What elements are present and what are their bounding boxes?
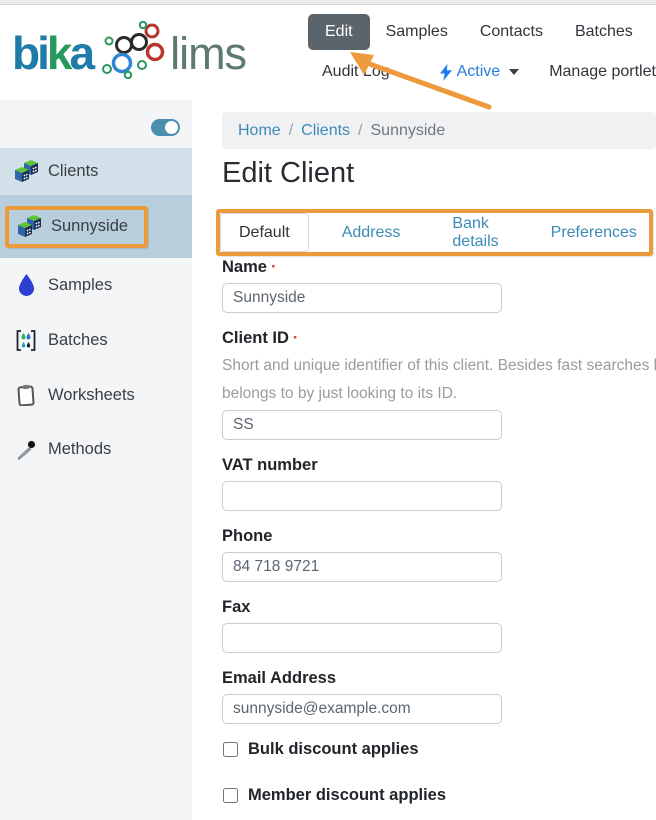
top-divider <box>0 0 656 5</box>
breadcrumb: Home / Clients / Sunnyside <box>222 112 656 149</box>
bika-lims-app: bika lims Edit Samples Contacts Batches … <box>0 0 656 820</box>
email-field[interactable] <box>222 694 502 724</box>
sidebar-item-worksheets[interactable]: Worksheets <box>0 380 192 410</box>
client-id-label: Client ID· <box>222 329 652 348</box>
required-marker: · <box>293 329 299 347</box>
edit-client-form: Name· Client ID· Short and unique identi… <box>222 258 652 805</box>
name-field[interactable] <box>222 283 502 313</box>
tab-default[interactable]: Default <box>220 213 309 252</box>
sidebar-item-sunnyside[interactable]: Sunnyside <box>0 195 192 258</box>
sidebar-item-label: Worksheets <box>48 386 135 405</box>
vat-field[interactable] <box>222 481 502 511</box>
breadcrumb-separator: / <box>358 122 362 140</box>
tab-bank-details[interactable]: Bank details <box>433 213 517 252</box>
workflow-state-label: Active <box>457 63 501 81</box>
bulk-discount-row: Bulk discount applies <box>222 740 652 759</box>
sidebar-item-label: Batches <box>48 331 108 350</box>
sidebar-item-label: Sunnyside <box>51 217 128 236</box>
phone-field[interactable] <box>222 552 502 582</box>
logo-text-bika: bika <box>12 30 92 76</box>
workflow-state-dropdown[interactable]: Active <box>440 63 520 81</box>
sidebar-item-batches[interactable]: Batches <box>0 325 192 355</box>
sidebar-item-clients[interactable]: Clients <box>0 148 192 195</box>
bulk-discount-checkbox[interactable] <box>223 742 238 757</box>
field-group-vat: VAT number <box>222 456 652 511</box>
batches-brackets-icon <box>13 327 39 353</box>
bulk-discount-label: Bulk discount applies <box>248 740 419 759</box>
field-group-phone: Phone <box>222 527 652 582</box>
member-discount-label: Member discount applies <box>248 786 446 805</box>
page-title: Edit Client <box>222 157 354 190</box>
tab-contacts[interactable]: Contacts <box>480 23 543 41</box>
tab-samples[interactable]: Samples <box>386 23 448 41</box>
name-label: Name· <box>222 258 652 277</box>
email-label: Email Address <box>222 669 652 688</box>
member-discount-checkbox[interactable] <box>223 788 238 803</box>
sidebar-item-methods[interactable]: Methods <box>0 434 192 464</box>
fax-field[interactable] <box>222 623 502 653</box>
breadcrumb-current: Sunnyside <box>371 122 446 140</box>
method-pipette-icon <box>13 436 39 462</box>
worksheet-clipboard-icon <box>13 382 39 408</box>
secondary-actions-nav: Audit Log Active Manage portlets <box>322 63 656 81</box>
field-group-client-id: Client ID· Short and unique identifier o… <box>222 329 652 440</box>
tab-batches[interactable]: Batches <box>575 23 633 41</box>
field-group-email: Email Address <box>222 669 652 724</box>
breadcrumb-clients-link[interactable]: Clients <box>301 122 350 140</box>
client-id-help-line2: belongs to by just looking to its ID. <box>222 382 652 405</box>
tab-audit-log[interactable]: Audit Log <box>322 63 390 81</box>
logo-text-lims: lims <box>170 31 246 76</box>
molecule-icon <box>100 21 166 79</box>
lightning-icon <box>440 64 452 81</box>
client-id-help-line1: Short and unique identifier of this clie… <box>222 354 652 377</box>
sidebar: Clients <box>0 100 192 820</box>
content-actions-nav: Edit Samples Contacts Batches <box>308 14 633 50</box>
sidebar-item-label: Methods <box>48 440 111 459</box>
sidebar-toggle-switch[interactable] <box>151 119 180 136</box>
client-id-field[interactable] <box>222 410 502 440</box>
tab-manage-portlets[interactable]: Manage portlets <box>549 63 656 81</box>
sidebar-item-label: Clients <box>48 162 98 181</box>
field-group-fax: Fax <box>222 598 652 653</box>
annotation-box-sunnyside: Sunnyside <box>5 206 148 248</box>
required-marker: · <box>271 258 277 276</box>
breadcrumb-separator: / <box>289 122 293 140</box>
chevron-down-icon <box>509 69 519 75</box>
fieldset-tabs-annotation-box: Default Address Bank details Preferences <box>216 209 653 256</box>
fax-label: Fax <box>222 598 652 617</box>
field-group-name: Name· <box>222 258 652 313</box>
main-content: Home / Clients / Sunnyside Edit Client D… <box>192 100 656 820</box>
vat-label: VAT number <box>222 456 652 475</box>
tab-address[interactable]: Address <box>323 213 420 252</box>
sample-drop-icon <box>13 272 39 298</box>
breadcrumb-home-link[interactable]: Home <box>238 122 281 140</box>
phone-label: Phone <box>222 527 652 546</box>
sidebar-item-label: Samples <box>48 276 112 295</box>
clients-cubes-icon <box>13 159 39 185</box>
tab-preferences[interactable]: Preferences <box>532 213 656 252</box>
bika-lims-logo[interactable]: bika lims <box>12 27 246 79</box>
client-cubes-icon <box>16 214 42 240</box>
tab-edit[interactable]: Edit <box>308 14 370 50</box>
sidebar-item-samples[interactable]: Samples <box>0 270 192 300</box>
member-discount-row: Member discount applies <box>222 786 652 805</box>
